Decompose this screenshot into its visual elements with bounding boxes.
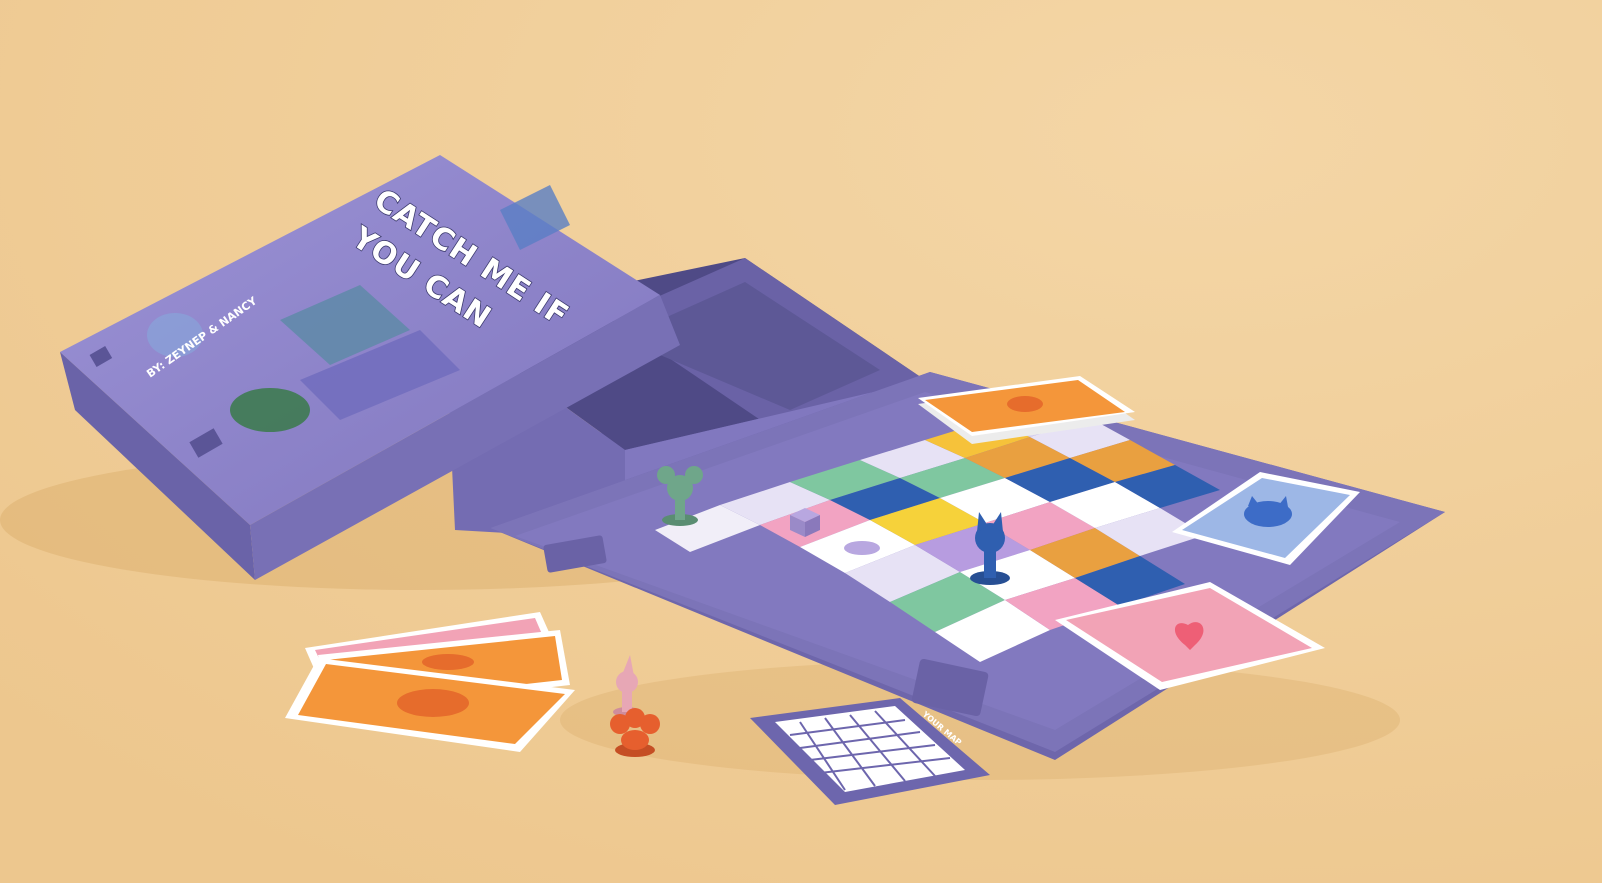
purple-disc-token [844,541,880,555]
mouse-silhouette-icon [422,654,474,670]
mouse-silhouette-icon [397,689,469,717]
mouse-silhouette-icon [1007,396,1043,412]
orange-pawn [610,708,660,757]
board-game-scene: CATCH ME IF YOU CAN BY: ZEYNEP & NANCY Y… [0,0,1602,883]
lid-rug [230,388,310,432]
